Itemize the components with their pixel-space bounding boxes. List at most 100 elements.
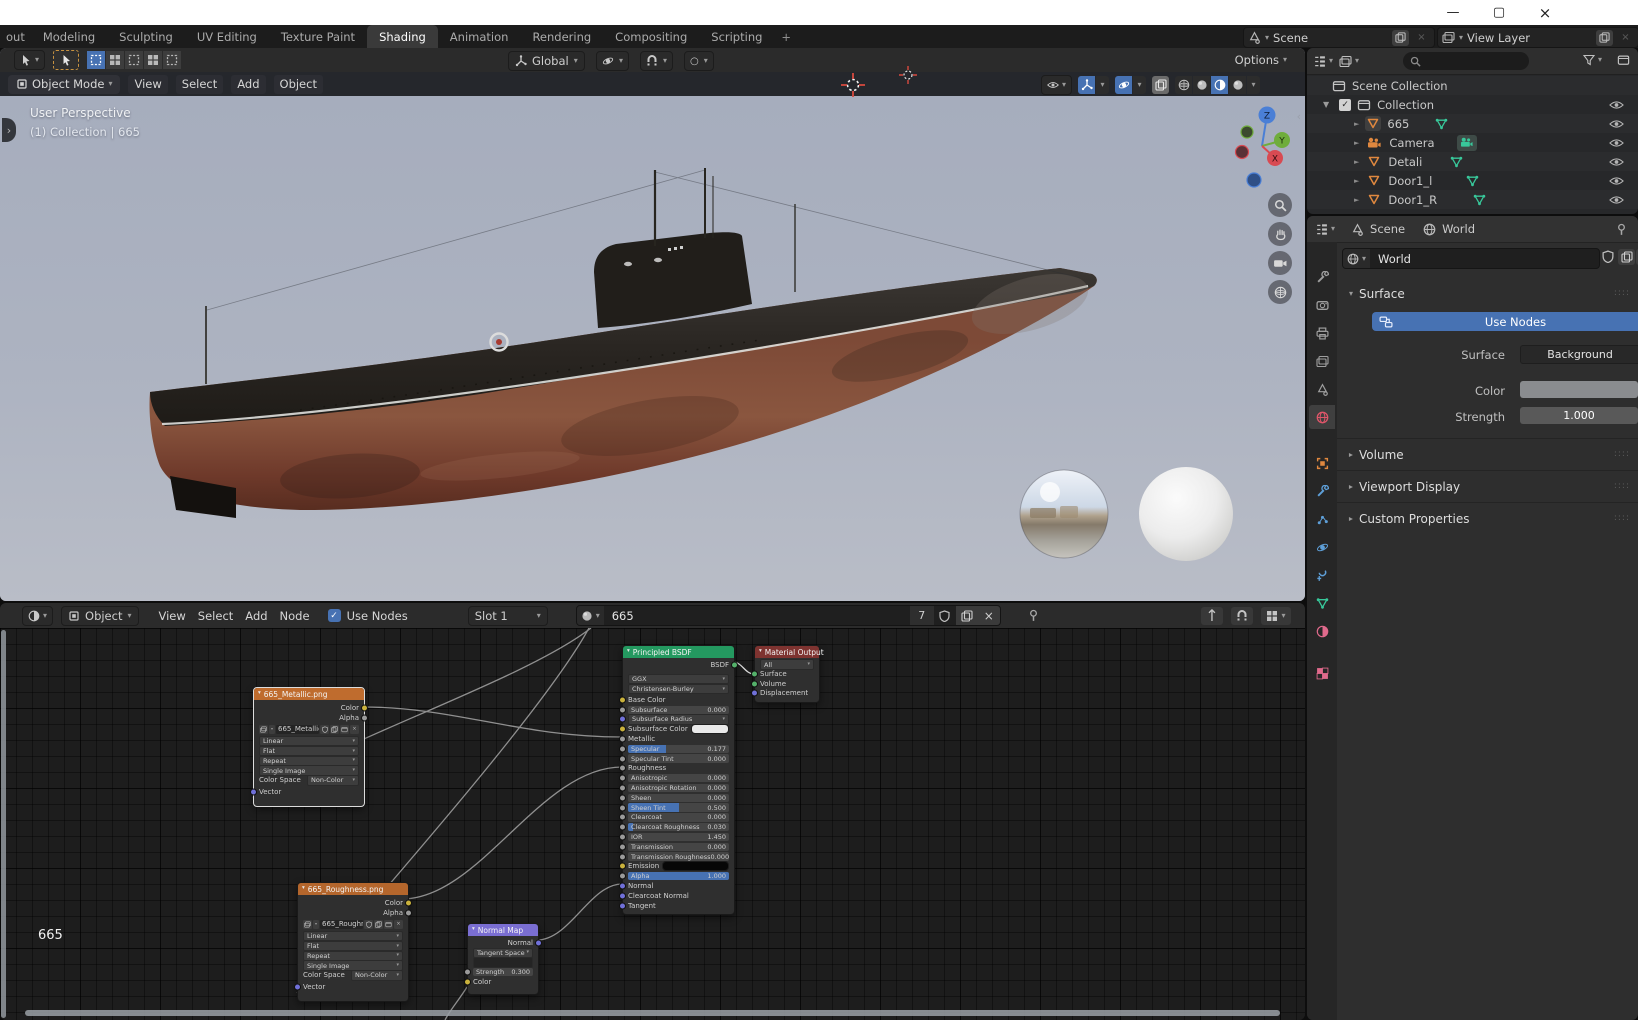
snap-dropdown[interactable]: ▾ [640,51,674,71]
outliner-row-camera[interactable]: ► Camera [1307,133,1638,152]
collapse-icon[interactable]: ▾ [472,927,475,933]
socket-clearcoat[interactable] [619,813,626,821]
tab-layout[interactable]: out [0,25,31,48]
delete-view-layer-button[interactable]: × [1617,30,1634,46]
new-collection-button[interactable] [1617,54,1630,66]
node-menu-view[interactable]: View [153,606,192,625]
socket-subsurface[interactable] [619,706,626,714]
surface-panel-header[interactable]: ▾ Surface [1349,287,1405,301]
socket-base-color[interactable] [619,696,626,704]
shading-material-preview-button[interactable] [1211,76,1228,94]
socket-color-in[interactable] [464,978,471,986]
socket-sheen[interactable] [619,794,626,802]
tab-particles[interactable] [1309,507,1335,531]
socket-ior[interactable] [619,833,626,841]
image-new-button[interactable] [330,725,339,734]
tab-scripting[interactable]: Scripting [699,25,774,48]
breadcrumb-world[interactable]: World [1442,222,1475,236]
node-image-texture-roughness[interactable]: ▾ 665_Roughness.png Color Alpha ▾ 665_Rou… [294,882,412,1002]
color-space-dropdown[interactable]: Non-Color ▾ [307,775,359,786]
hide-eye-icon[interactable] [1609,195,1624,205]
projection-dropdown[interactable]: Flat ▾ [259,745,359,757]
socket-tangent[interactable] [619,902,626,910]
subsurface-slider[interactable]: Subsurface 0.000 [628,705,729,714]
world-browse-dropdown[interactable]: ▾ [1343,249,1371,268]
collapse-icon[interactable]: ▾ [258,691,261,697]
breadcrumb-scene[interactable]: Scene [1370,222,1405,236]
outliner-search-input[interactable] [1403,52,1529,70]
use-nodes-checkbox[interactable]: ✓ Use Nodes [327,609,408,623]
tab-render[interactable] [1309,293,1335,317]
emission-color-swatch[interactable] [662,861,729,872]
tab-compositing[interactable]: Compositing [603,25,699,48]
socket-specular[interactable] [619,745,626,753]
window-minimize-button[interactable]: — [1430,0,1476,25]
socket-transmission-roughness[interactable] [619,853,626,861]
node-overlay-dropdown[interactable]: ▾ [1261,606,1291,625]
socket-volume-in[interactable] [751,680,758,688]
image-open-button[interactable] [384,920,393,929]
specular-slider[interactable]: Specular 0.177 [628,744,729,754]
matcap-preview-sphere[interactable] [1136,464,1236,564]
image-browse-dropdown[interactable]: ▾ [269,725,275,734]
node-normal-map[interactable]: ▾ Normal Map Normal Tangent Space ▾ Streng… [464,923,542,995]
gizmo-dropdown[interactable]: ▾ [1096,76,1109,94]
material-slot-dropdown[interactable]: Slot 1 ▾ [467,605,548,626]
outliner-row-collection[interactable]: ▼ ✓ Collection [1307,95,1638,114]
collection-checkbox[interactable]: ✓ [1339,98,1352,111]
tab-uv-editing[interactable]: UV Editing [185,25,269,48]
shading-solid-button[interactable] [1193,76,1210,94]
fake-user-button[interactable] [934,606,956,625]
hide-eye-icon[interactable] [1609,138,1624,148]
tab-rendering[interactable]: Rendering [520,25,603,48]
viewport-canvas[interactable]: User Perspective (1) Collection | 665 › … [0,96,1305,601]
socket-anisotropic[interactable] [619,774,626,782]
options-dropdown[interactable]: Options ▾ [1235,51,1287,69]
pan-hand-button[interactable] [1268,222,1292,246]
node-menu-node[interactable]: Node [274,606,316,625]
socket-bsdf-out[interactable] [731,661,738,669]
socket-alpha[interactable] [619,872,626,880]
surface-value-dropdown[interactable]: Background [1520,345,1638,364]
hide-eye-icon[interactable] [1609,176,1624,186]
menu-select[interactable]: Select [175,74,224,94]
expand-arrow[interactable]: ▼ [1323,100,1329,109]
mode-dropdown[interactable]: Object Mode ▾ [8,74,121,94]
socket-normal-out[interactable] [535,939,542,947]
unlink-material-button[interactable]: × [977,606,1000,625]
interpolation-dropdown[interactable]: Linear ▾ [259,736,359,747]
tab-object-data[interactable] [1309,591,1335,615]
camera-view-button[interactable] [1268,251,1292,275]
tab-animation[interactable]: Animation [438,25,521,48]
tab-physics[interactable] [1309,535,1335,559]
world-fake-user-button[interactable] [1602,250,1614,263]
tab-material[interactable] [1309,619,1335,643]
socket-subsurface-radius[interactable] [619,715,626,723]
socket-normal[interactable] [619,882,626,890]
shader-type-dropdown[interactable]: Object ▾ [61,605,139,626]
socket-subsurface-color[interactable] [619,725,626,733]
sheen-slider[interactable]: Sheen 0.000 [628,793,729,803]
hdri-preview-sphere[interactable] [1016,466,1112,562]
material-browse-dropdown[interactable]: ▾ [576,606,604,625]
world-datablock[interactable]: ▾ World [1342,248,1600,269]
add-workspace-button[interactable]: + [774,25,798,48]
tab-scene[interactable] [1309,377,1335,401]
image-open-button[interactable] [340,725,349,734]
navigation-axis-gizmo[interactable]: Z Y X [1220,102,1300,190]
tab-view-layer[interactable] [1309,349,1335,373]
hide-eye-icon[interactable] [1609,157,1624,167]
anisotropic-rotation-slider[interactable]: Anisotropic Rotation 0.000 [628,783,729,793]
proportional-edit-dropdown[interactable]: ○ ▾ [684,51,714,71]
select-mode-intersect[interactable] [163,51,182,69]
subsurface-method-dropdown[interactable]: Christensen-Burley ▾ [628,683,729,695]
view-layer-selector[interactable]: ▾ View Layer × [1437,27,1638,48]
new-scene-button[interactable] [1392,29,1409,46]
use-nodes-button[interactable]: Use Nodes [1372,312,1638,331]
socket-clearcoat-roughness[interactable] [619,823,626,831]
sun-light-gizmo[interactable] [838,72,868,98]
collapse-icon[interactable]: ▾ [302,886,305,892]
shading-wireframe-button[interactable] [1175,76,1192,94]
clearcoat-slider[interactable]: Clearcoat 0.000 [628,813,729,822]
socket-displacement-in[interactable] [751,689,758,697]
